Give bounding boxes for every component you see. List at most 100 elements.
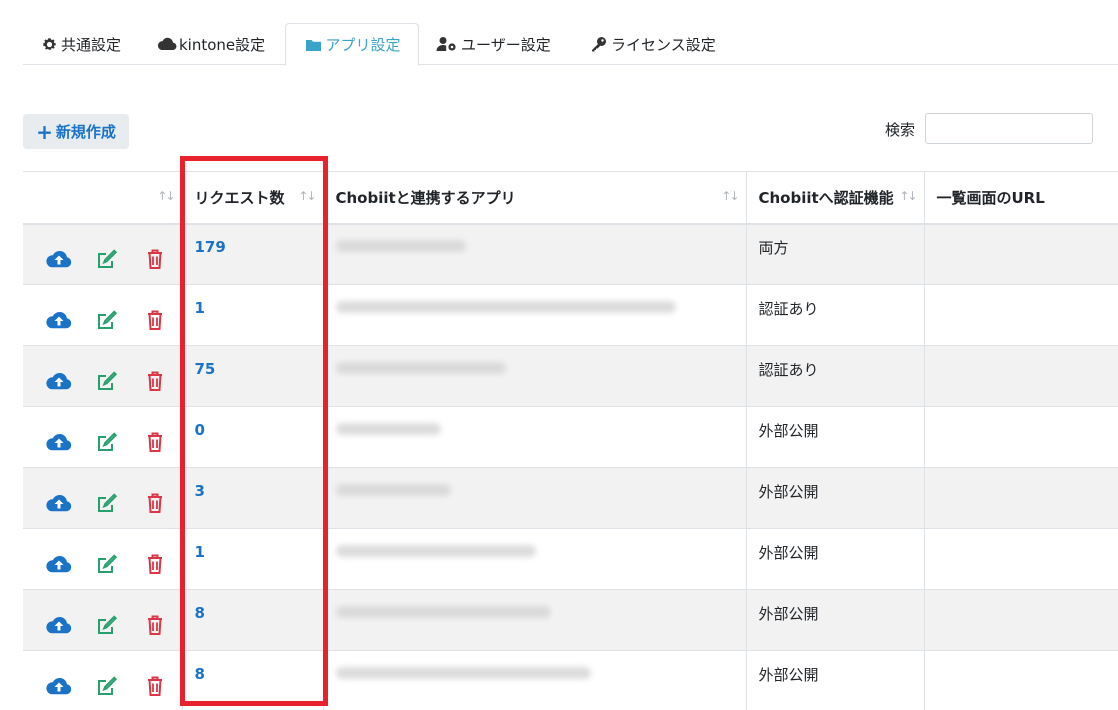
linked-app-name	[323, 650, 747, 710]
tab-kintone-settings[interactable]: kintone設定	[157, 23, 265, 65]
auth-feature-value: 外部公開	[746, 406, 925, 468]
cloud-upload-icon[interactable]	[45, 245, 73, 273]
trash-icon[interactable]	[141, 672, 169, 700]
request-count-link[interactable]: 8	[182, 650, 324, 710]
column-header-linked-app[interactable]: Chobiitと連携するアプリ ↑↓	[323, 171, 747, 225]
row-actions	[23, 467, 183, 529]
search-label: 検索	[885, 121, 916, 139]
row-actions	[23, 528, 183, 590]
linked-app-name	[323, 223, 747, 285]
blurred-app-name	[335, 484, 451, 496]
row-actions	[23, 345, 183, 407]
linked-app-name	[323, 528, 747, 590]
sort-icon: ↑↓	[899, 189, 917, 203]
auth-feature-value: 認証あり	[746, 284, 925, 346]
tab-license-settings[interactable]: ライセンス設定	[589, 23, 716, 65]
tab-user-settings[interactable]: ユーザー設定	[435, 23, 551, 65]
request-count-link[interactable]: 179	[182, 223, 324, 285]
cloud-upload-icon[interactable]	[45, 489, 73, 517]
tab-label: ユーザー設定	[461, 35, 551, 54]
edit-icon[interactable]	[93, 367, 121, 395]
auth-feature-value: 認証あり	[746, 345, 925, 407]
list-url-value	[924, 345, 1118, 407]
linked-app-name	[323, 467, 747, 529]
cloud-upload-icon[interactable]	[45, 550, 73, 578]
tab-label: ライセンス設定	[611, 35, 716, 54]
app-table: ↑↓ リクエスト数 ↑↓ Chobiitと連携するアプリ ↑↓ Chobiitへ認証…	[23, 171, 1118, 710]
auth-feature-value: 外部公開	[746, 467, 925, 529]
cloud-upload-icon[interactable]	[45, 367, 73, 395]
auth-feature-value: 外部公開	[746, 528, 925, 590]
linked-app-name	[323, 284, 747, 346]
trash-icon[interactable]	[141, 367, 169, 395]
tab-label: 共通設定	[61, 35, 122, 54]
cloud-upload-icon[interactable]	[45, 428, 73, 456]
blurred-app-name	[335, 423, 441, 435]
list-url-value	[924, 589, 1118, 651]
edit-icon[interactable]	[93, 611, 121, 639]
column-header-list-url: 一覧画面のURL	[924, 171, 1118, 225]
linked-app-name	[323, 406, 747, 468]
cloud-upload-icon[interactable]	[45, 306, 73, 334]
list-url-value	[924, 528, 1118, 590]
linked-app-name	[323, 345, 747, 407]
auth-feature-value: 両方	[746, 223, 925, 285]
new-create-button[interactable]: + 新規作成	[23, 114, 129, 149]
cloud-upload-icon[interactable]	[45, 611, 73, 639]
edit-icon[interactable]	[93, 489, 121, 517]
table-row: 75 認証あり	[23, 345, 1118, 407]
request-count-link[interactable]: 1	[182, 284, 324, 346]
cloud-icon	[157, 35, 177, 53]
new-create-label: 新規作成	[55, 123, 116, 141]
edit-icon[interactable]	[93, 245, 121, 273]
sort-icon: ↑↓	[721, 189, 739, 203]
edit-icon[interactable]	[93, 428, 121, 456]
column-header-auth-feature[interactable]: Chobiitへ認証機能 ↑↓	[746, 171, 925, 225]
row-actions	[23, 284, 183, 346]
list-url-value	[924, 467, 1118, 529]
trash-icon[interactable]	[141, 306, 169, 334]
linked-app-name	[323, 589, 747, 651]
table-row: 8 外部公開	[23, 589, 1118, 651]
settings-tabs: 共通設定 kintone設定 アプリ設定 ユーザー設定 ライセンス設定	[23, 23, 1118, 66]
row-actions	[23, 650, 183, 710]
folder-icon	[303, 36, 323, 54]
request-count-link[interactable]: 0	[182, 406, 324, 468]
blurred-app-name	[335, 545, 536, 557]
column-header-actions[interactable]: ↑↓	[23, 171, 183, 225]
edit-icon[interactable]	[93, 672, 121, 700]
trash-icon[interactable]	[141, 611, 169, 639]
auth-feature-value: 外部公開	[746, 650, 925, 710]
cloud-upload-icon[interactable]	[45, 672, 73, 700]
blurred-app-name	[335, 301, 676, 313]
request-count-link[interactable]: 3	[182, 467, 324, 529]
search-input[interactable]	[925, 113, 1093, 144]
sort-icon: ↑↓	[298, 189, 316, 203]
table-row: 1 外部公開	[23, 528, 1118, 590]
table-row: 8 外部公開	[23, 650, 1118, 710]
table-row: 0 外部公開	[23, 406, 1118, 468]
key-icon	[589, 35, 609, 53]
row-actions	[23, 406, 183, 468]
blurred-app-name	[335, 606, 551, 618]
table-row: 179 両方	[23, 223, 1118, 285]
edit-icon[interactable]	[93, 550, 121, 578]
tab-common-settings[interactable]: 共通設定	[39, 23, 121, 65]
list-url-value	[924, 284, 1118, 346]
edit-icon[interactable]	[93, 306, 121, 334]
tab-label: アプリ設定	[325, 36, 401, 54]
column-header-request-count[interactable]: リクエスト数 ↑↓	[182, 171, 324, 225]
request-count-link[interactable]: 8	[182, 589, 324, 651]
user-cog-icon	[435, 35, 459, 53]
trash-icon[interactable]	[141, 245, 169, 273]
trash-icon[interactable]	[141, 428, 169, 456]
table-row: 1 認証あり	[23, 284, 1118, 346]
tab-app-settings[interactable]: アプリ設定	[285, 23, 419, 66]
trash-icon[interactable]	[141, 489, 169, 517]
trash-icon[interactable]	[141, 550, 169, 578]
gear-icon	[39, 35, 59, 53]
request-count-link[interactable]: 75	[182, 345, 324, 407]
blurred-app-name	[335, 667, 591, 680]
request-count-link[interactable]: 1	[182, 528, 324, 590]
table-row: 3 外部公開	[23, 467, 1118, 529]
